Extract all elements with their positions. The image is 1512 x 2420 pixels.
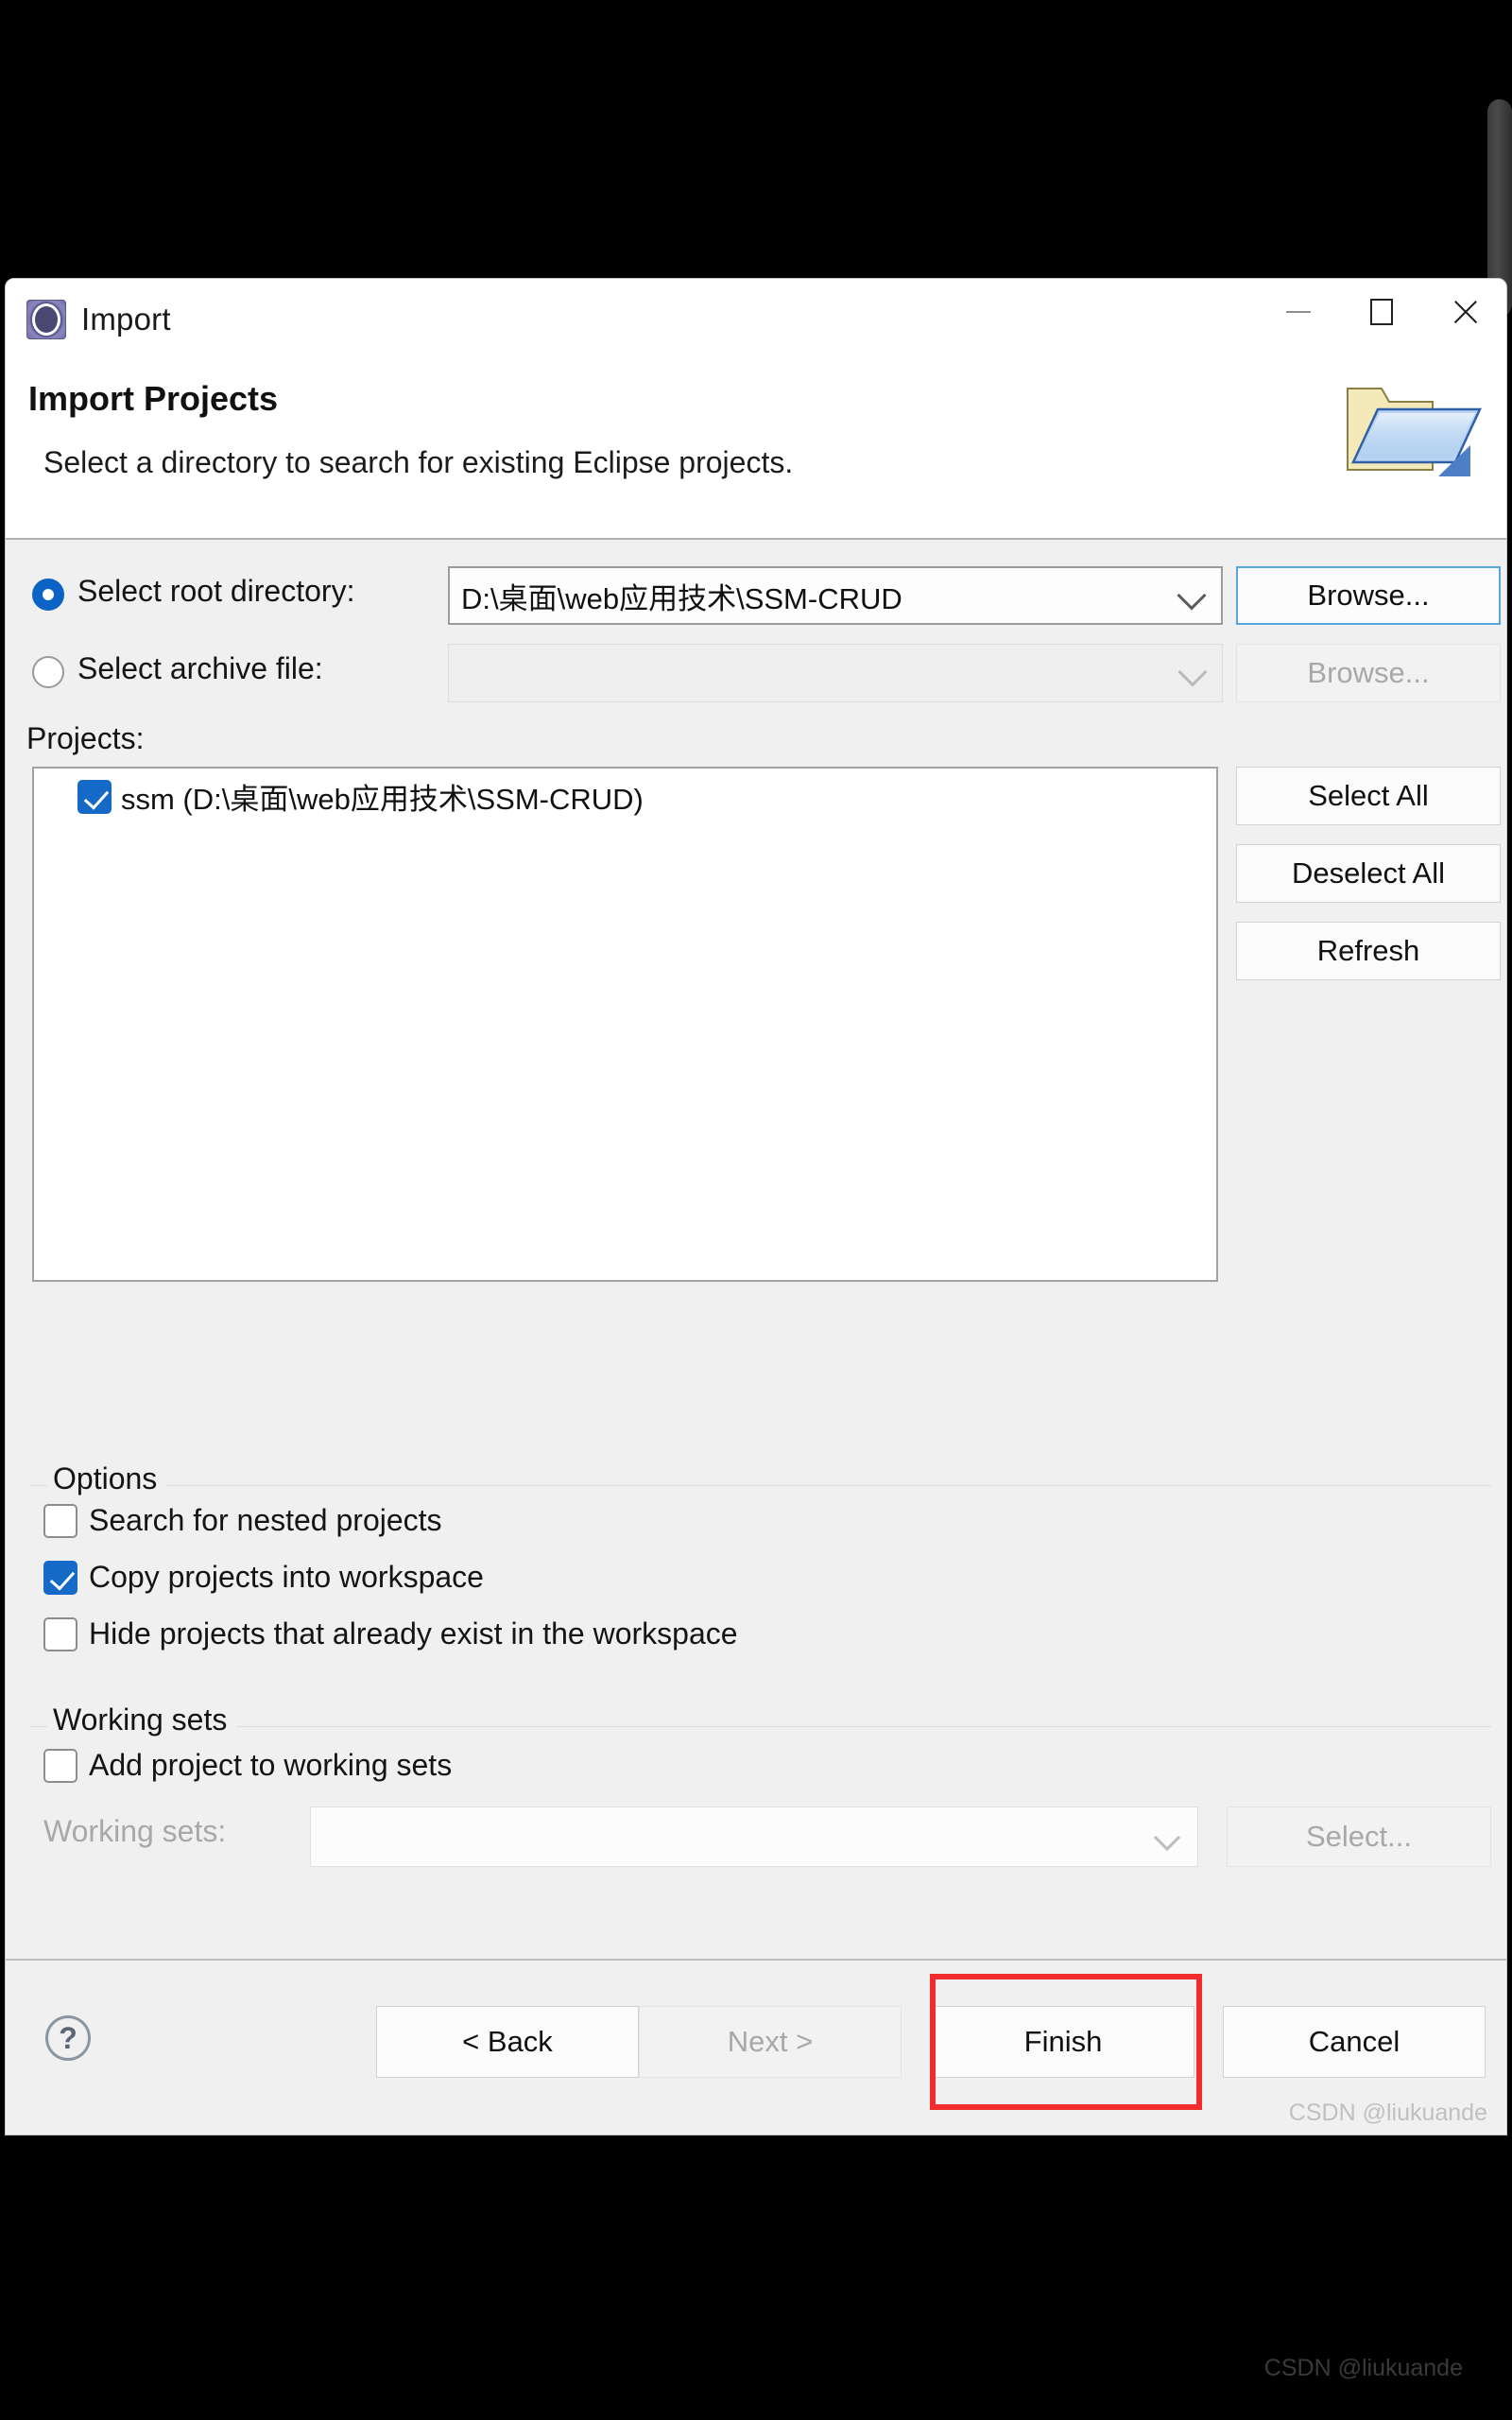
import-dialog: Import Import Projects Select a director…: [5, 278, 1507, 2135]
page-description: Select a directory to search for existin…: [43, 445, 794, 479]
minimize-icon[interactable]: [1257, 279, 1340, 345]
checkbox-add-project-to-working-sets[interactable]: Add project to working sets: [43, 1748, 452, 1783]
browse-root-directory-button[interactable]: Browse...: [1236, 566, 1501, 625]
finish-button[interactable]: Finish: [932, 2006, 1194, 2078]
working-sets-combo-label: Working sets:: [43, 1814, 227, 1848]
checkbox-label: Search for nested projects: [89, 1503, 442, 1537]
checkbox-box[interactable]: [43, 1560, 77, 1595]
page-title: Import Projects: [28, 379, 279, 418]
radio-select-root-directory[interactable]: [32, 579, 64, 611]
help-icon[interactable]: ?: [45, 2015, 91, 2061]
maximize-icon[interactable]: [1340, 279, 1423, 345]
dialog-footer: ? < Back Next > Finish Cancel CSDN @liuk…: [6, 1959, 1506, 2135]
chevron-down-icon: [1179, 583, 1204, 608]
checkbox-hide-existing-projects[interactable]: Hide projects that already exist in the …: [43, 1616, 738, 1651]
dialog-body: Select root directory: D:\桌面\web应用技术\SSM…: [6, 540, 1506, 1958]
deselect-all-button[interactable]: Deselect All: [1236, 844, 1501, 903]
projects-list[interactable]: ssm (D:\桌面\web应用技术\SSM-CRUD): [32, 767, 1218, 1282]
project-checkbox[interactable]: [77, 780, 112, 814]
back-button[interactable]: < Back: [376, 2006, 639, 2078]
screenshot-root: Import Import Projects Select a director…: [0, 0, 1512, 2420]
watermark-inner: CSDN @liukuande: [1288, 2100, 1487, 2126]
wizard-banner: Import Projects Select a directory to se…: [6, 366, 1506, 540]
radio-select-root-directory-label: Select root directory:: [77, 574, 355, 608]
options-group-title: Options: [47, 1461, 167, 1496]
projects-side-buttons: Select All Deselect All Refresh: [1236, 767, 1501, 999]
chevron-down-icon: [1180, 660, 1205, 684]
titlebar-left: Import: [26, 300, 171, 339]
browse-archive-file-button: Browse...: [1236, 644, 1501, 702]
select-all-button[interactable]: Select All: [1236, 767, 1501, 825]
next-button: Next >: [639, 2006, 902, 2078]
window-title: Import: [81, 302, 171, 337]
project-label: ssm (D:\桌面\web应用技术\SSM-CRUD): [121, 782, 644, 816]
cancel-button[interactable]: Cancel: [1223, 2006, 1486, 2078]
root-directory-row: Select root directory: D:\桌面\web应用技术\SSM…: [6, 566, 1506, 625]
working-sets-combo: [310, 1806, 1198, 1867]
open-folder-import-icon: [1319, 349, 1499, 510]
checkbox-label: Copy projects into workspace: [89, 1560, 484, 1594]
archive-file-row: Select archive file: Browse...: [6, 644, 1506, 702]
checkbox-search-nested-projects[interactable]: Search for nested projects: [43, 1503, 442, 1538]
eclipse-import-icon: [26, 300, 66, 339]
projects-label: Projects:: [26, 721, 145, 755]
working-sets-group-title: Working sets: [47, 1703, 237, 1737]
archive-file-combo: [448, 644, 1223, 702]
checkbox-box[interactable]: [43, 1748, 77, 1783]
checkbox-box[interactable]: [43, 1616, 77, 1651]
working-sets-group: Working sets Add project to working sets…: [30, 1703, 1491, 1915]
root-directory-value: D:\桌面\web应用技术\SSM-CRUD: [461, 581, 902, 615]
root-directory-combo[interactable]: D:\桌面\web应用技术\SSM-CRUD: [448, 566, 1223, 625]
list-item[interactable]: ssm (D:\桌面\web应用技术\SSM-CRUD): [34, 769, 1216, 823]
options-group: Options Search for nested projects Copy …: [30, 1461, 1491, 1665]
close-icon[interactable]: [1423, 279, 1506, 345]
dialog-titlebar[interactable]: Import: [6, 279, 1506, 366]
checkbox-label: Add project to working sets: [89, 1748, 453, 1782]
radio-select-archive-file[interactable]: [32, 656, 64, 688]
working-sets-select-button: Select...: [1227, 1806, 1491, 1867]
dialog-header: Import Import Projects Select a director…: [6, 279, 1506, 540]
checkbox-box[interactable]: [43, 1503, 77, 1538]
radio-select-archive-file-label: Select archive file:: [77, 651, 323, 685]
refresh-button[interactable]: Refresh: [1236, 922, 1501, 980]
chevron-down-icon: [1156, 1826, 1178, 1849]
watermark-outer: CSDN @liukuande: [1263, 2355, 1463, 2381]
checkbox-copy-projects-into-workspace[interactable]: Copy projects into workspace: [43, 1560, 484, 1595]
checkbox-label: Hide projects that already exist in the …: [89, 1616, 738, 1651]
